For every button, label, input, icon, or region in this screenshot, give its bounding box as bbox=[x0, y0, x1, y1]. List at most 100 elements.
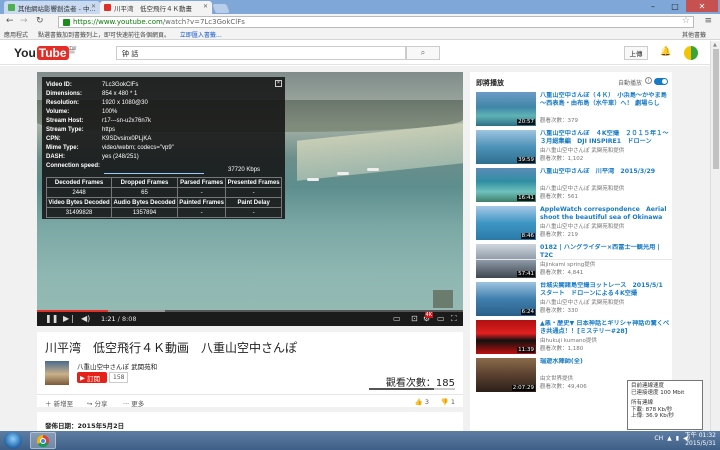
theater-mode-icon[interactable]: ▭ bbox=[437, 314, 445, 323]
apps-shortcut[interactable]: 應用程式 bbox=[4, 32, 28, 39]
related-video-item[interactable]: 11:39 ▲悪・歴史▼ 日本神話とギリシャ神話の驚くべき共通点！！[ミステリー#… bbox=[476, 320, 672, 355]
tab-close-icon[interactable]: ✕ bbox=[203, 3, 208, 10]
stats-value: yes (248/251) bbox=[102, 154, 139, 160]
add-to-button[interactable]: ＋ 新增至 bbox=[45, 398, 73, 408]
clock-time: 下午 01:32 bbox=[684, 432, 716, 439]
youtube-header: You Tube TW ≡ 钟 話 ⌕ 上傳 🔔 bbox=[0, 41, 720, 65]
guide-menu-icon[interactable]: ≡ bbox=[68, 47, 76, 57]
related-video-views: 觀看次數：330 bbox=[540, 308, 578, 314]
related-video-title[interactable]: 八重山空中さんぽ ４K空撮 ２０１５年１～３月総集編 DJI INSPIRE1 … bbox=[540, 130, 670, 145]
table-header-cell: Parsed Frames bbox=[176, 177, 227, 188]
search-button[interactable]: ⌕ bbox=[406, 46, 440, 60]
youtube-favicon-icon bbox=[104, 4, 111, 11]
table-cell: 2448 bbox=[45, 187, 113, 198]
address-bar[interactable]: https://www.youtube.com/watch?v=7Lc3GokC… bbox=[58, 16, 694, 28]
progress-bar[interactable] bbox=[37, 310, 463, 312]
stats-row: CPN: K9SDvsinx0PLjKA bbox=[46, 135, 281, 144]
watch-later-icon[interactable]: ▭ bbox=[393, 314, 401, 323]
volume-icon[interactable]: ◀) bbox=[81, 314, 90, 323]
related-video-channel: 由jinkami spring提供 bbox=[540, 262, 596, 268]
tab-close-icon[interactable]: ✕ bbox=[91, 3, 96, 10]
related-video-item[interactable]: 39:59 八重山空中さんぽ ４K空撮 ２０１５年１～３月総集編 DJI INSP… bbox=[476, 130, 672, 165]
start-button[interactable] bbox=[4, 432, 22, 449]
stats-close-button[interactable]: × bbox=[275, 80, 282, 87]
channel-name[interactable]: 八重山空中さんぽ 武関苑和 bbox=[77, 361, 157, 371]
related-video-title[interactable]: AppleWatch correspondence Aerial shoot t… bbox=[540, 206, 670, 221]
import-bookmarks-link[interactable]: 立即匯入書籤… bbox=[180, 32, 222, 39]
browser-tab-active[interactable]: 川平湾 低空飛行４Ｋ動畫 ✕ bbox=[100, 1, 212, 14]
notifications-bell-icon[interactable]: 🔔 bbox=[660, 47, 671, 57]
browser-menu-icon[interactable]: ≡ bbox=[704, 16, 712, 26]
related-video-thumbnail[interactable]: 16:41 bbox=[476, 168, 536, 202]
related-video-item[interactable]: 16:41 八重山空中さんぽ 川平湾 2015/3/29 由八重山空中さんぽ 武関苑… bbox=[476, 168, 672, 203]
stats-key: DASH: bbox=[46, 154, 65, 160]
subscribe-button[interactable]: ▶ 訂閱 bbox=[77, 372, 107, 383]
minimize-icon[interactable]: – bbox=[642, 0, 664, 12]
related-video-item[interactable]: 6:24 台城尖閣諸島空撮ヨットレース 2015/5/1 スタート ドローンによる… bbox=[476, 282, 672, 317]
search-input[interactable]: 钟 話 bbox=[116, 46, 406, 60]
related-video-title[interactable]: 0182 | ハングライダー×西富士一観光用 | T2C bbox=[540, 244, 670, 259]
video-duration: 20:57 bbox=[517, 119, 535, 125]
network-icon[interactable]: ▮ bbox=[676, 435, 679, 442]
like-button[interactable]: 👍 3 bbox=[415, 398, 429, 406]
stats-row: Dimensions: 854 x 480 * 1 bbox=[46, 90, 281, 99]
back-arrow-icon[interactable]: ← bbox=[6, 16, 14, 26]
reload-icon[interactable]: ↻ bbox=[36, 16, 44, 26]
related-video-item[interactable]: 20:57 八重山空中さんぽ（４Ｋ） 小浜島～かやま島～西表島・由布島（水牛車）へ… bbox=[476, 92, 672, 127]
table-header-cell: Presented Frames bbox=[225, 177, 282, 188]
video-duration: 8:46 bbox=[520, 233, 535, 239]
next-icon[interactable]: ▶❘ bbox=[63, 314, 76, 323]
upload-button[interactable]: 上傳 bbox=[624, 46, 648, 60]
maximize-icon[interactable]: □ bbox=[664, 0, 686, 12]
window-close-icon[interactable]: ✕ bbox=[686, 0, 718, 12]
table-cell: 65 bbox=[111, 187, 178, 198]
related-video-thumbnail[interactable]: 8:46 bbox=[476, 206, 536, 240]
related-video-thumbnail[interactable]: 2:07:29 bbox=[476, 358, 536, 392]
table-cell: 31499828 bbox=[45, 207, 113, 218]
stats-value: video/webm; codecs="vp9" bbox=[102, 145, 174, 151]
table-cell: - bbox=[225, 207, 282, 218]
scroll-up-arrow-icon[interactable]: ▲ bbox=[713, 42, 717, 48]
related-video-title[interactable]: 八重山空中さんぽ 川平湾 2015/3/29 bbox=[540, 168, 670, 176]
related-video-item[interactable]: 57:41 0182 | ハングライダー×西富士一観光用 | T2C 由jinkam… bbox=[476, 244, 672, 279]
language-indicator[interactable]: CH bbox=[654, 435, 663, 442]
time-total: 8:08 bbox=[121, 315, 137, 323]
related-video-thumbnail[interactable]: 6:24 bbox=[476, 282, 536, 316]
related-video-item[interactable]: 8:46 AppleWatch correspondence Aerial sho… bbox=[476, 206, 672, 241]
video-duration: 16:41 bbox=[517, 195, 535, 201]
bytes-header-row: Video Bytes Decoded Audio Bytes Decoded … bbox=[45, 197, 282, 208]
related-video-thumbnail[interactable]: 20:57 bbox=[476, 92, 536, 126]
youtube-logo[interactable]: You Tube TW bbox=[14, 46, 76, 60]
related-video-title[interactable]: 瑞遊水陣師(全) bbox=[540, 358, 670, 366]
video-duration: 6:24 bbox=[520, 309, 535, 315]
stats-for-nerds-panel: × Video ID: 7Lc3GokClFs Dimensions: 854 x 4… bbox=[42, 77, 285, 219]
system-clock[interactable]: 下午 01:32 2015/5/31 bbox=[685, 432, 716, 448]
new-tab-button[interactable] bbox=[212, 4, 230, 13]
forward-arrow-icon[interactable]: → bbox=[20, 16, 28, 26]
captions-icon[interactable]: ⊡ bbox=[411, 314, 418, 323]
account-avatar[interactable] bbox=[684, 46, 698, 60]
pause-icon[interactable]: ❚❚ bbox=[45, 314, 58, 323]
taskbar-chrome-button[interactable] bbox=[30, 432, 56, 449]
dislike-button[interactable]: 👎 1 bbox=[441, 398, 455, 406]
related-video-title[interactable]: ▲悪・歴史▼ 日本神話とギリシャ神話の驚くべき共通点！！[ミステリー#28] bbox=[540, 320, 670, 335]
related-video-title[interactable]: 台城尖閣諸島空撮ヨットレース 2015/5/1 スタート ドローンによる４K空撮 bbox=[540, 282, 670, 297]
autoplay-toggle[interactable] bbox=[654, 78, 668, 85]
channel-avatar[interactable] bbox=[45, 361, 69, 385]
info-icon[interactable]: i bbox=[645, 77, 652, 84]
other-bookmarks[interactable]: 其他書籤 bbox=[682, 30, 706, 39]
related-video-thumbnail[interactable]: 11:39 bbox=[476, 320, 536, 354]
share-button[interactable]: ↪ 分享 bbox=[87, 398, 108, 408]
related-video-thumbnail[interactable]: 57:41 bbox=[476, 244, 536, 278]
scrollbar-thumb[interactable] bbox=[713, 49, 719, 169]
browser-tab-inactive[interactable]: 其他網站影響創造者 - 中... ✕ bbox=[4, 1, 100, 14]
page-scrollbar[interactable]: ▲ bbox=[710, 41, 720, 431]
tray-arrow-icon[interactable]: ▲ bbox=[667, 435, 672, 442]
fullscreen-icon[interactable]: ⛶ bbox=[451, 314, 457, 324]
related-video-thumbnail[interactable]: 39:59 bbox=[476, 130, 536, 164]
like-ratio-bar bbox=[369, 388, 455, 390]
bookmark-star-icon[interactable]: ☆ bbox=[682, 16, 690, 26]
more-button[interactable]: ··· 更多 bbox=[123, 398, 144, 408]
stats-row: Video ID: 7Lc3GokClFs bbox=[46, 81, 281, 90]
related-video-title[interactable]: 八重山空中さんぽ（４Ｋ） 小浜島～かやま島～西表島・由布島（水牛車）へ！ 劇場ら… bbox=[540, 92, 670, 107]
